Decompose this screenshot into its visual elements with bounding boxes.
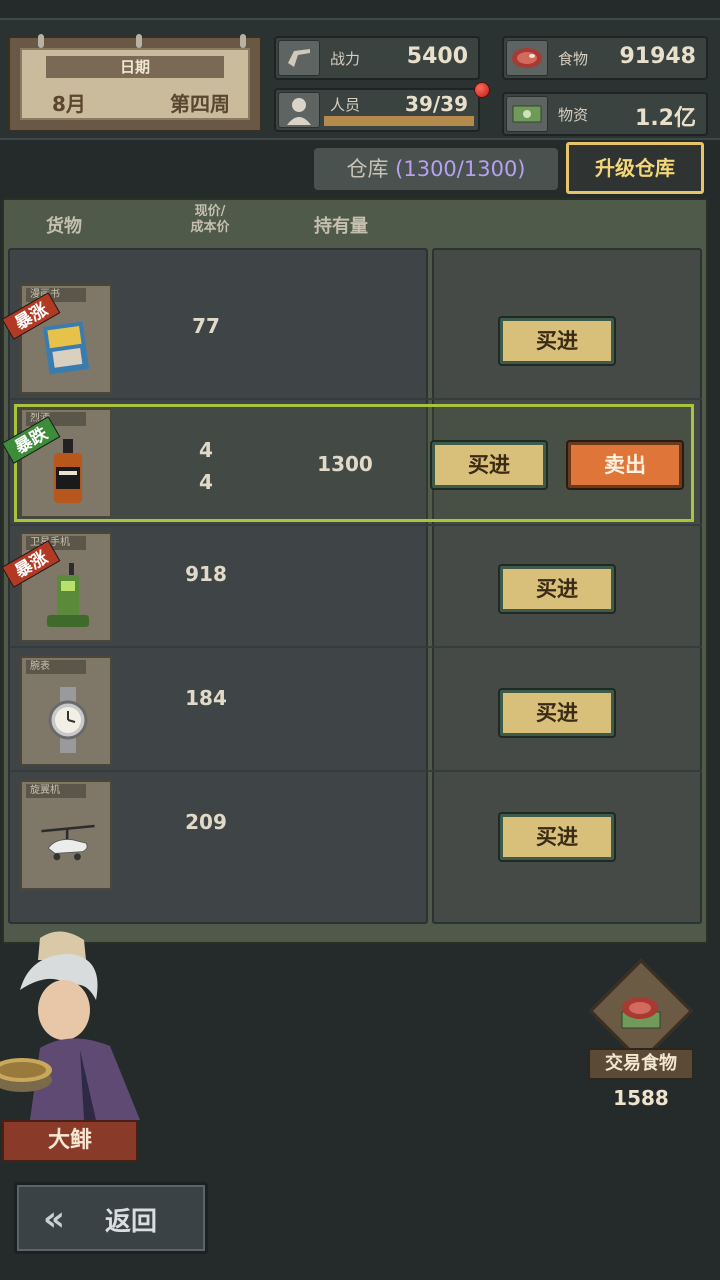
item-price: 184 [185,686,227,710]
whiskey-bottle-icon [38,436,98,508]
upgrade-warehouse-button[interactable]: 升级仓库 [566,142,704,194]
back-label: 返回 [105,1207,158,1237]
column-holdings: 持有量 [314,216,368,237]
trade-food-button[interactable]: 交易食物 1588 [586,958,696,1118]
people-bar [324,116,474,126]
row-divider [10,398,702,400]
item-price: 4 [199,438,213,462]
merchant-portrait [0,930,150,1130]
column-goods: 货物 [46,216,82,237]
people-label: 人员 [330,96,361,114]
cash-icon [506,96,548,132]
people-stat[interactable]: 人员 39/39 [274,88,480,132]
date-month: 8月 [52,92,86,116]
item-cost: 4 [199,470,213,494]
notification-dot [474,82,490,98]
wristwatch-icon [38,684,98,756]
buy-button[interactable]: 买进 [500,318,614,364]
warehouse-count: (1300/1300) [395,157,526,181]
item-card-gyrocopter[interactable]: 旋翼机 [20,780,112,890]
item-card-watch[interactable]: 腕表 [20,656,112,766]
trade-food-label: 交易食物 [588,1048,694,1080]
row-divider [10,770,702,772]
item-holding: 1300 [317,452,373,476]
buy-button[interactable]: 买进 [500,566,614,612]
supplies-stat: 物资 1.2亿 [502,92,708,136]
back-button[interactable]: « 返回 [14,1182,208,1254]
food-stat: 食物 91948 [502,36,708,80]
power-value: 5400 [406,44,468,69]
item-name: 旋翼机 [26,784,86,798]
power-label: 战力 [330,50,361,68]
date-card: 日期 8月 第四周 [8,34,262,132]
gun-icon [278,40,320,76]
supplies-label: 物资 [558,106,589,124]
gyrocopter-icon [38,808,98,880]
meat-icon [616,990,666,1034]
power-stat: 战力 5400 [274,36,480,80]
row-divider [10,646,702,648]
buy-button[interactable]: 买进 [500,690,614,736]
warehouse-label: 仓库 [346,157,389,181]
person-icon [278,92,320,128]
buy-button[interactable]: 买进 [500,814,614,860]
warehouse-capacity: 仓库 (1300/1300) [314,148,558,190]
item-price: 77 [192,314,220,338]
trade-food-value: 1588 [613,1086,669,1110]
supplies-value: 1.2亿 [635,106,696,131]
satellite-phone-icon [38,560,98,632]
date-week: 第四周 [170,92,230,116]
meat-icon [506,40,548,76]
buy-button[interactable]: 买进 [432,442,546,488]
item-price: 918 [185,562,227,586]
comic-book-icon [38,312,98,384]
food-label: 食物 [558,50,589,68]
double-chevron-left-icon: « [43,1199,65,1239]
item-price: 209 [185,810,227,834]
people-value: 39/39 [405,92,468,116]
item-name: 腕表 [26,660,86,674]
merchant-name: 大鲱 [2,1120,138,1162]
date-label: 日期 [46,56,224,78]
row-divider [10,524,702,526]
food-value: 91948 [619,44,696,69]
sell-button[interactable]: 卖出 [568,442,682,488]
column-price: 现价/ 成本价 [190,204,230,235]
